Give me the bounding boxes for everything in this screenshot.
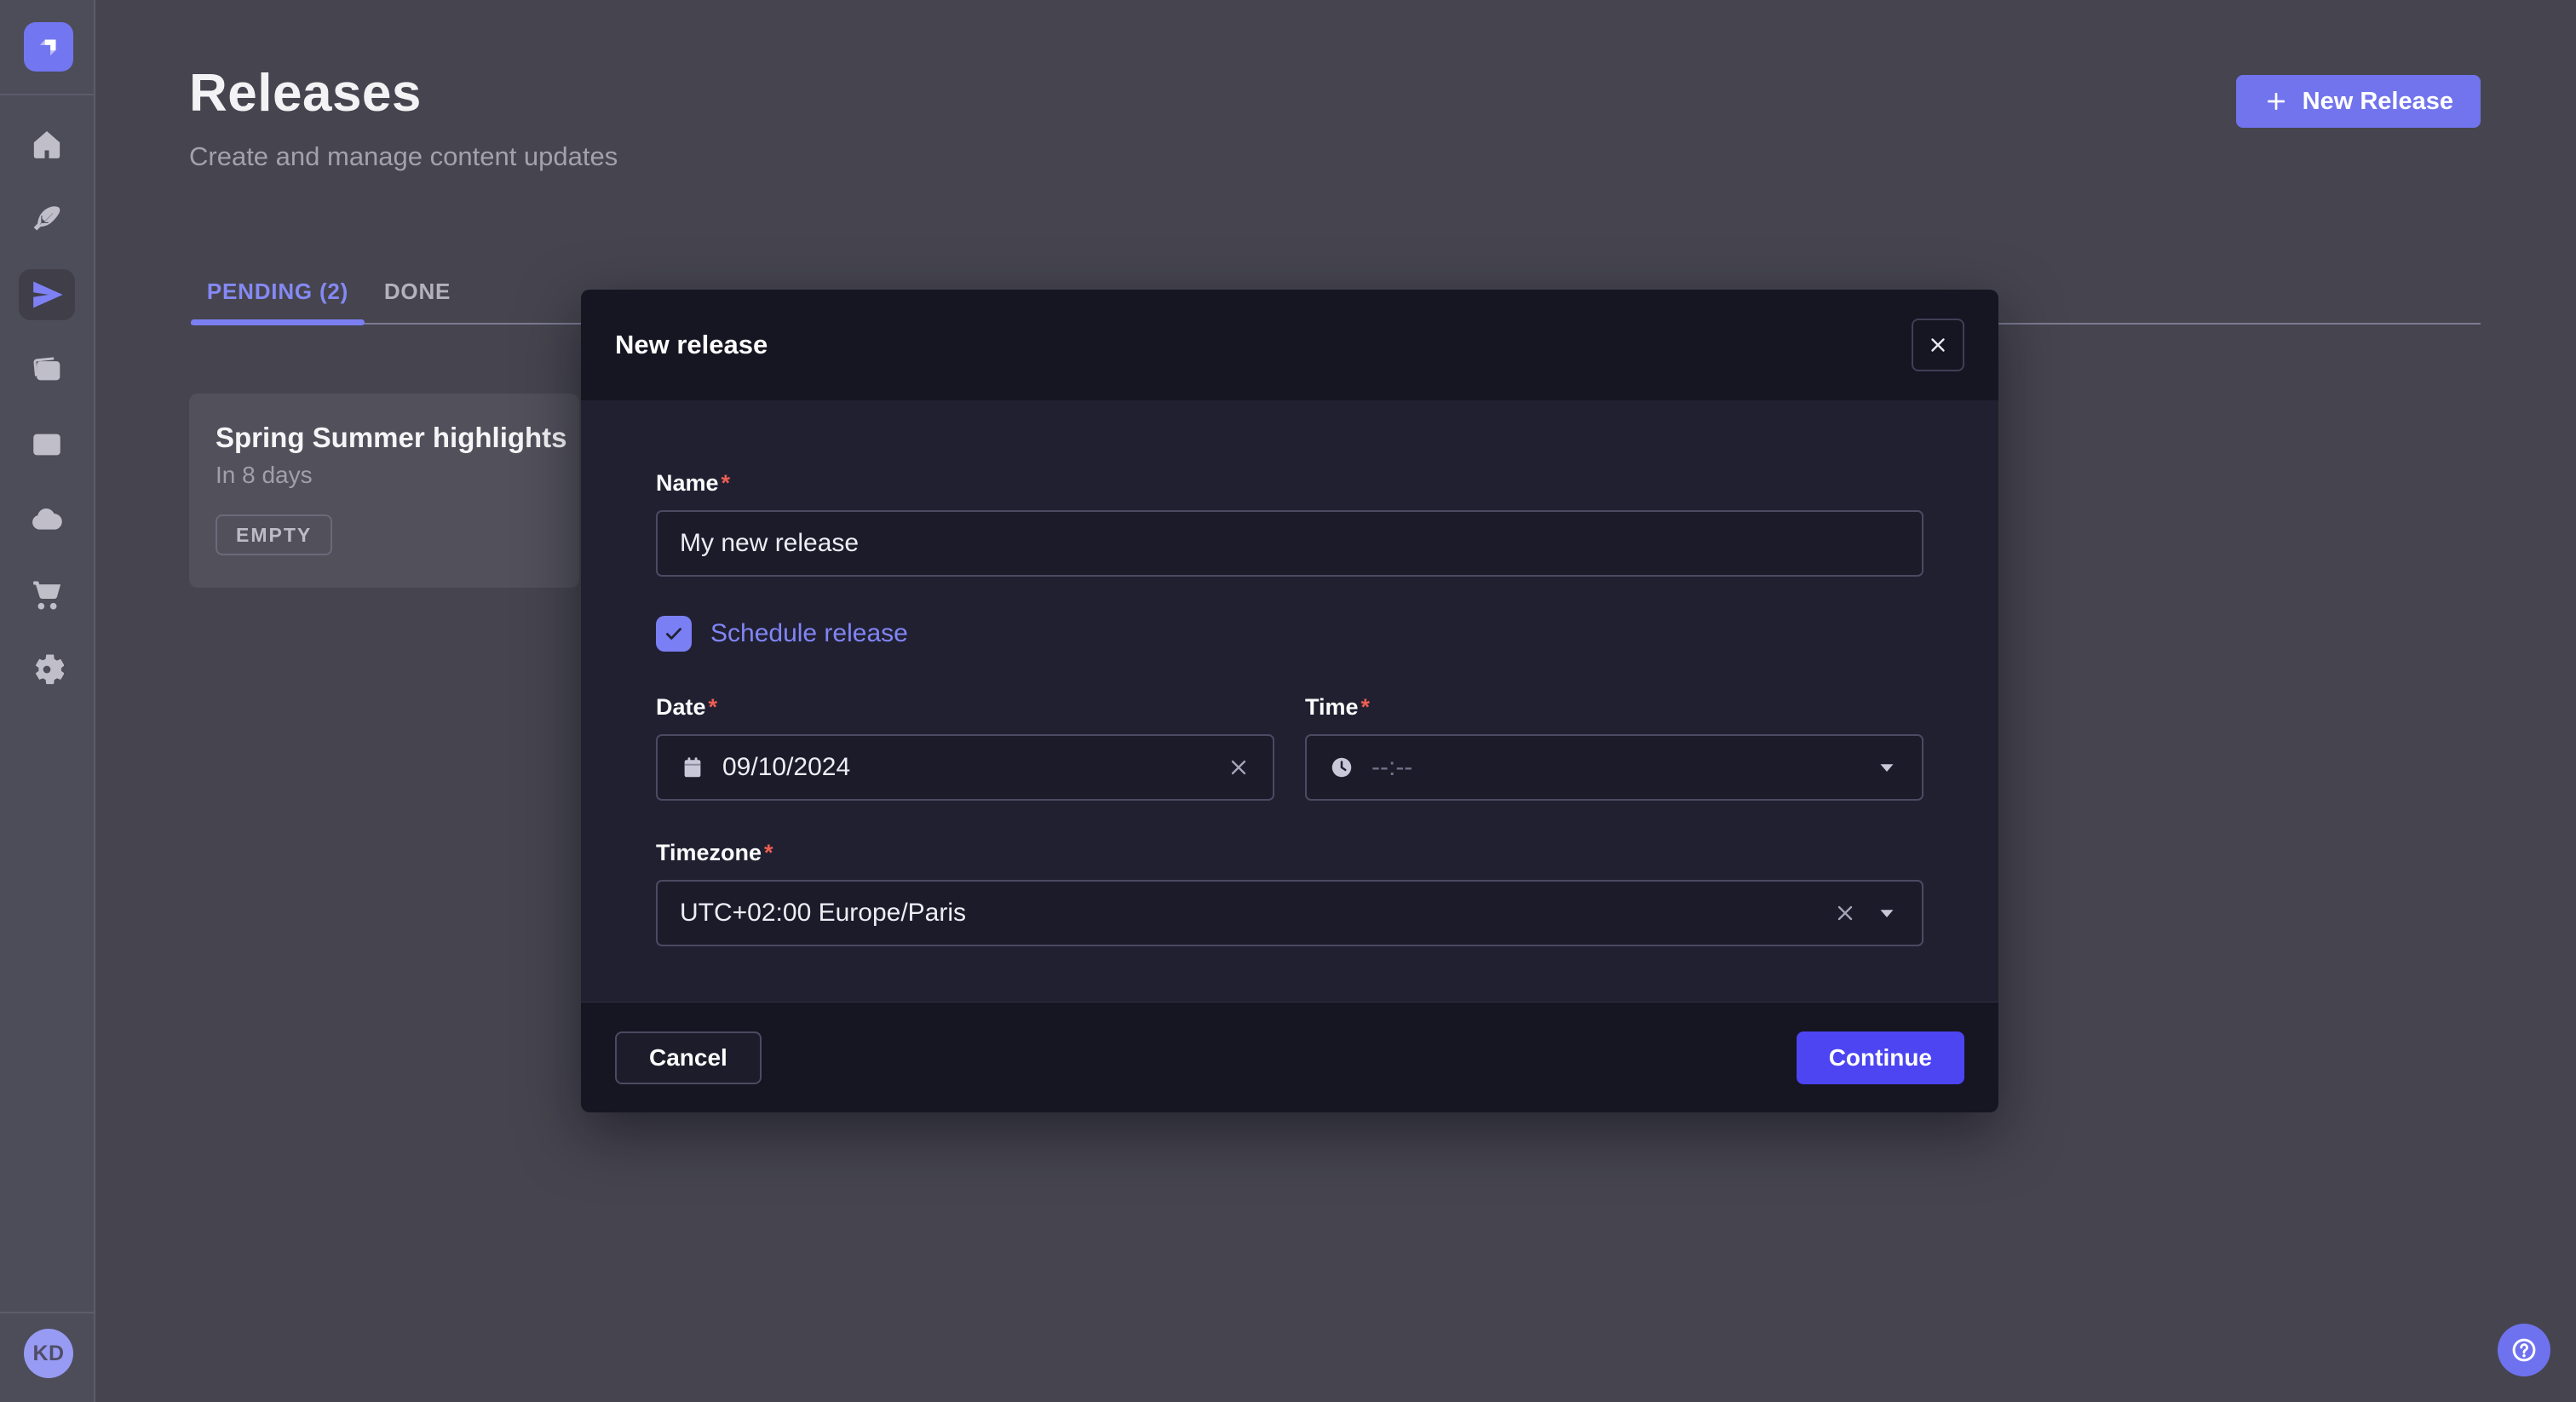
tab-pending[interactable]: PENDING (2) [191, 264, 365, 319]
timezone-input[interactable] [680, 899, 1816, 928]
release-card-title: Spring Summer highlights [216, 422, 567, 454]
active-nav-pill [19, 269, 75, 320]
clock-icon [1329, 755, 1354, 780]
continue-button[interactable]: Continue [1797, 1031, 1964, 1084]
home-icon [30, 128, 64, 162]
schedule-release-label[interactable]: Schedule release [710, 619, 908, 648]
plus-icon [2263, 89, 2289, 114]
new-release-button[interactable]: New Release [2236, 75, 2481, 128]
cloud-icon [30, 503, 64, 537]
new-release-button-label: New Release [2303, 88, 2453, 116]
clear-x-icon [1227, 756, 1251, 779]
name-input[interactable] [680, 529, 1900, 558]
page-title: Releases [189, 63, 422, 124]
time-input[interactable] [1371, 753, 1857, 782]
clear-x-icon [1833, 901, 1857, 925]
app-logo[interactable] [24, 22, 73, 72]
question-icon [2510, 1336, 2539, 1365]
timezone-label: Timezone* [656, 840, 1923, 866]
required-mark: * [764, 840, 773, 865]
sidebar-item-media[interactable] [0, 332, 94, 407]
sidebar-item-layout[interactable] [0, 407, 94, 482]
checkmark-icon [663, 623, 685, 645]
release-card[interactable]: Spring Summer highlights In 8 days EMPTY [189, 394, 579, 588]
avatar-initials: KD [32, 1342, 64, 1366]
active-tab-underline [191, 319, 365, 325]
date-input-shell [656, 734, 1274, 801]
time-label: Time* [1305, 694, 1923, 721]
new-release-modal: New release Name* [581, 290, 1998, 1112]
strapi-logo-icon [34, 32, 63, 61]
calendar-icon [680, 755, 705, 780]
sidebar-item-releases[interactable] [0, 257, 94, 332]
gear-icon [30, 652, 64, 687]
chevron-down-icon [1874, 755, 1900, 780]
timezone-field-group: Timezone* [656, 840, 1923, 946]
schedule-release-checkbox[interactable] [656, 616, 692, 652]
chevron-down-icon [1874, 900, 1900, 926]
page-subtitle: Create and manage content updates [189, 141, 618, 172]
user-avatar[interactable]: KD [24, 1329, 73, 1378]
release-card-meta: In 8 days [216, 462, 313, 489]
sidebar-divider [0, 94, 94, 95]
date-label: Date* [656, 694, 1274, 721]
schedule-release-row[interactable]: Schedule release [656, 616, 1923, 652]
date-time-row: Date* [656, 694, 1923, 801]
tab-done[interactable]: DONE [390, 264, 445, 319]
sidebar-item-content[interactable] [0, 182, 94, 257]
panel-icon [30, 428, 64, 462]
modal-title: New release [615, 330, 768, 360]
sidebar-item-settings[interactable] [0, 632, 94, 707]
app-screen: KD Releases Create and manage content up… [0, 0, 2576, 1402]
time-field-group: Time* [1305, 694, 1923, 801]
name-label: Name* [656, 470, 1923, 497]
timezone-dropdown-button[interactable] [1874, 900, 1900, 926]
images-icon [30, 353, 64, 387]
timezone-input-shell [656, 880, 1923, 946]
date-field-group: Date* [656, 694, 1274, 801]
cart-icon [30, 577, 64, 612]
time-dropdown-button[interactable] [1874, 755, 1900, 780]
required-mark: * [1361, 694, 1371, 720]
required-mark: * [709, 694, 718, 720]
modal-close-button[interactable] [1912, 319, 1964, 371]
sidebar-item-store[interactable] [0, 557, 94, 632]
modal-body: Name* Schedule release Da [581, 400, 1998, 1002]
paper-plane-icon [30, 278, 64, 312]
timezone-clear-button[interactable] [1833, 901, 1857, 925]
date-clear-button[interactable] [1227, 756, 1251, 779]
name-input-shell [656, 510, 1923, 577]
time-input-shell [1305, 734, 1923, 801]
sidebar-item-home[interactable] [0, 107, 94, 182]
release-status-badge: EMPTY [216, 514, 332, 555]
modal-header: New release [581, 290, 1998, 400]
sidebar-footer-divider [0, 1312, 94, 1313]
date-input[interactable] [722, 753, 1210, 782]
required-mark: * [722, 470, 731, 496]
cancel-button[interactable]: Cancel [615, 1031, 762, 1084]
help-button[interactable] [2498, 1324, 2550, 1376]
feather-icon [30, 203, 64, 237]
name-field-group: Name* [656, 470, 1923, 577]
sidebar-item-cloud[interactable] [0, 482, 94, 557]
close-icon [1927, 334, 1949, 356]
modal-footer: Cancel Continue [581, 1002, 1998, 1112]
sidebar: KD [0, 0, 95, 1402]
